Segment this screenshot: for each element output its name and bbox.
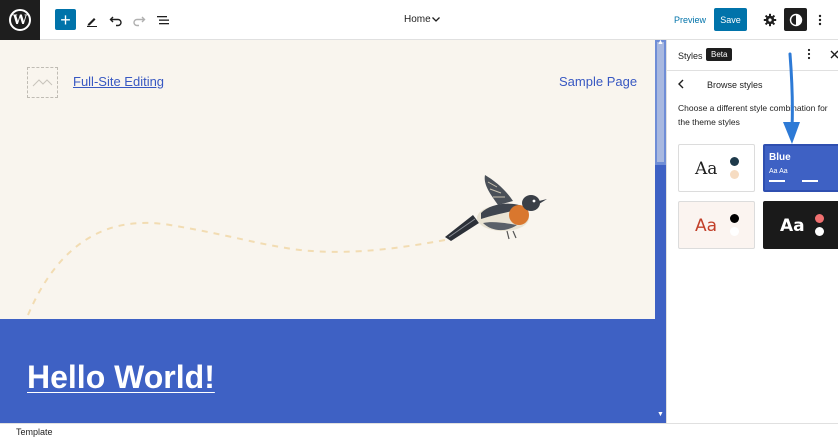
redo-icon[interactable] — [129, 10, 149, 30]
style-color-swatch — [730, 157, 739, 166]
style-variation-red[interactable]: Aa — [678, 201, 755, 249]
style-variation-name: Blue — [769, 152, 791, 163]
contrast-icon — [789, 13, 802, 26]
editor-canvas[interactable]: Full-Site Editing Sample Page Hello Worl… — [0, 40, 655, 423]
sidebar-header: Styles Beta — [667, 40, 838, 71]
chevron-down-icon[interactable] — [430, 12, 442, 30]
style-color-swatch — [730, 214, 739, 223]
more-options-icon[interactable] — [810, 10, 830, 30]
settings-gear-icon[interactable] — [760, 10, 780, 30]
style-sample-text: Aa Aa — [769, 168, 788, 175]
close-icon[interactable] — [830, 48, 838, 62]
add-block-button[interactable]: + — [55, 9, 76, 30]
scrollbar-thumb[interactable] — [657, 42, 664, 162]
style-variation-default[interactable]: Aa — [678, 144, 755, 192]
preview-button[interactable]: Preview — [674, 15, 706, 25]
breadcrumb-template[interactable]: Template — [16, 427, 53, 437]
style-sample-text: Aa — [780, 216, 805, 236]
canvas-scrollbar[interactable]: ▲ ▼ — [655, 39, 666, 423]
style-variation-blue[interactable]: Blue Aa Aa — [763, 144, 838, 192]
style-color-swatch — [730, 227, 739, 236]
save-button[interactable]: Save — [714, 8, 747, 31]
nav-link-sample-page[interactable]: Sample Page — [559, 74, 637, 89]
list-view-icon[interactable] — [153, 10, 173, 30]
bird-illustration — [445, 175, 547, 241]
undo-icon[interactable] — [106, 10, 126, 30]
style-button-sample — [769, 180, 785, 182]
style-sample-text: Aa — [695, 216, 718, 236]
hero-cover-block[interactable]: Hello World! — [0, 319, 655, 423]
style-button-sample — [802, 180, 818, 182]
scroll-up-icon[interactable]: ▲ — [657, 39, 664, 46]
style-color-swatch — [730, 170, 739, 179]
sidebar-more-icon[interactable] — [807, 48, 811, 63]
sidebar-title: Styles — [678, 51, 703, 61]
hero-heading[interactable]: Hello World! — [27, 359, 215, 396]
editor-toolbar: W + Home Preview Save — [0, 0, 838, 40]
back-chevron-icon[interactable] — [677, 78, 685, 92]
scroll-down-icon[interactable]: ▼ — [657, 411, 664, 418]
style-color-swatch — [815, 227, 824, 236]
browse-styles-description: Choose a different style combination for… — [678, 103, 828, 127]
edit-tool-icon[interactable] — [82, 10, 102, 30]
styles-contrast-button[interactable] — [784, 8, 807, 31]
beta-badge: Beta — [706, 48, 733, 61]
wordpress-icon: W — [9, 9, 31, 31]
style-color-swatch — [815, 214, 824, 223]
styles-sidebar: Styles Beta Browse styles Choose a diffe… — [666, 40, 838, 423]
style-variation-dark[interactable]: Aa — [763, 201, 838, 249]
site-title-link[interactable]: Full-Site Editing — [73, 74, 164, 89]
block-breadcrumb-bar: Template — [0, 423, 838, 439]
wordpress-logo-button[interactable]: W — [0, 0, 40, 40]
style-sample-text: Aa — [695, 159, 718, 179]
browse-styles-heading: Browse styles — [707, 80, 763, 90]
document-title[interactable]: Home — [404, 14, 431, 25]
site-logo-placeholder[interactable] — [27, 67, 58, 98]
